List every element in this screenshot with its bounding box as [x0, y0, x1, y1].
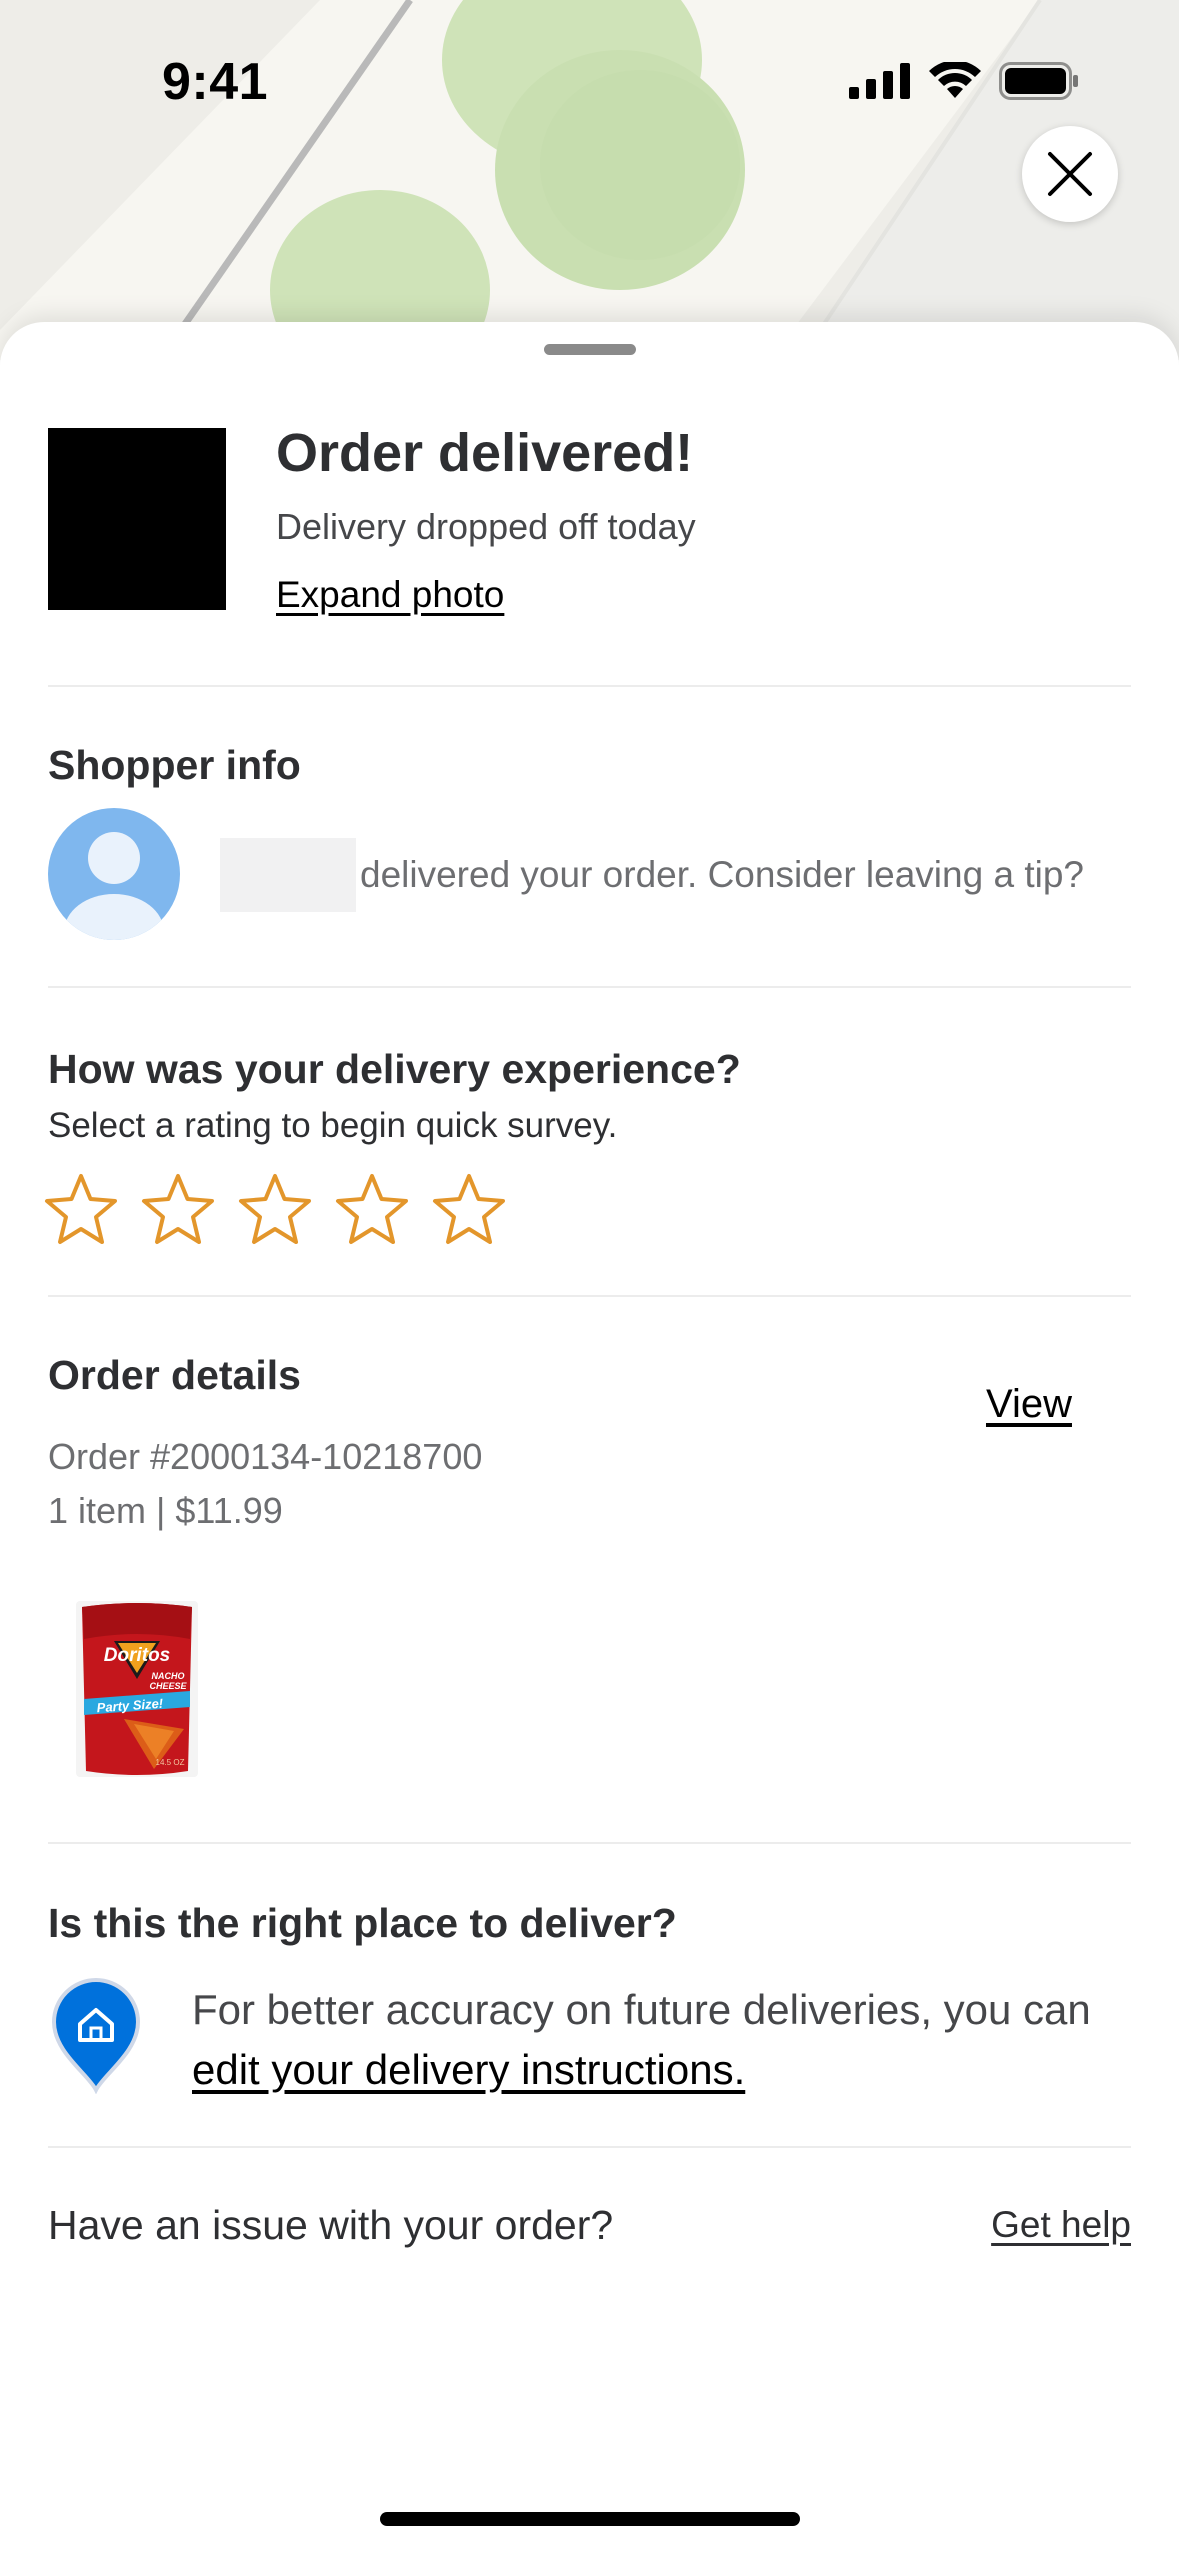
- star-2-icon[interactable]: [141, 1172, 215, 1246]
- status-icons: [849, 62, 1079, 100]
- order-number: Order #2000134-10218700: [48, 1436, 483, 1477]
- divider: [48, 685, 1131, 687]
- shopper-name-redacted: [220, 838, 356, 912]
- view-order-link[interactable]: View: [986, 1382, 1072, 1427]
- svg-text:NACHO: NACHO: [152, 1671, 185, 1681]
- star-3-icon[interactable]: [238, 1172, 312, 1246]
- delivery-place-prefix: For better accuracy on future deliveries…: [192, 1986, 1091, 2033]
- issue-question: Have an issue with your order?: [48, 2202, 614, 2248]
- divider: [48, 986, 1131, 988]
- survey-title: How was your delivery experience?: [48, 1046, 741, 1092]
- battery-icon: [999, 62, 1078, 100]
- shopper-avatar: [48, 808, 180, 940]
- divider: [48, 1842, 1131, 1844]
- star-5-icon[interactable]: [432, 1172, 506, 1246]
- star-4-icon[interactable]: [335, 1172, 409, 1246]
- survey-subtitle: Select a rating to begin quick survey.: [48, 1106, 618, 1145]
- shopper-message: delivered your order. Consider leaving a…: [360, 854, 1084, 895]
- star-1-icon[interactable]: [44, 1172, 118, 1246]
- divider: [48, 2146, 1131, 2148]
- close-button[interactable]: [1022, 126, 1118, 222]
- signal-icon: [849, 63, 910, 99]
- delivered-title: Order delivered!: [276, 423, 694, 483]
- divider: [48, 1295, 1131, 1297]
- expand-photo-link[interactable]: Expand photo: [276, 574, 504, 616]
- person-icon: [48, 808, 180, 940]
- sheet-grabber[interactable]: [544, 344, 636, 355]
- order-summary: 1 item | $11.99: [48, 1490, 283, 1531]
- home-indicator[interactable]: [380, 2512, 800, 2526]
- close-icon: [1048, 152, 1092, 196]
- delivery-photo[interactable]: [48, 428, 226, 610]
- delivery-place-title: Is this the right place to deliver?: [48, 1900, 677, 1946]
- doritos-bag-image[interactable]: Doritos NACHO CHEESE Party Size! 14.5 OZ: [74, 1599, 200, 1779]
- svg-text:CHEESE: CHEESE: [149, 1681, 187, 1691]
- svg-text:Doritos: Doritos: [104, 1645, 171, 1666]
- home-pin-icon: [51, 1978, 141, 2094]
- rating-stars: [44, 1172, 506, 1246]
- get-help-link[interactable]: Get help: [991, 2204, 1131, 2246]
- status-time: 9:41: [162, 53, 269, 111]
- status-bar: 9:41: [0, 0, 1179, 170]
- delivered-subtitle: Delivery dropped off today: [276, 506, 696, 547]
- shopper-info-title: Shopper info: [48, 742, 301, 788]
- order-status-sheet: Order delivered! Delivery dropped off to…: [0, 322, 1179, 2556]
- order-details-title: Order details: [48, 1352, 301, 1398]
- wifi-icon: [929, 62, 981, 98]
- edit-delivery-instructions-link[interactable]: edit your delivery instructions.: [192, 2046, 745, 2093]
- delivery-place-text: For better accuracy on future deliveries…: [192, 1980, 1092, 2100]
- svg-text:14.5 OZ: 14.5 OZ: [156, 1758, 185, 1767]
